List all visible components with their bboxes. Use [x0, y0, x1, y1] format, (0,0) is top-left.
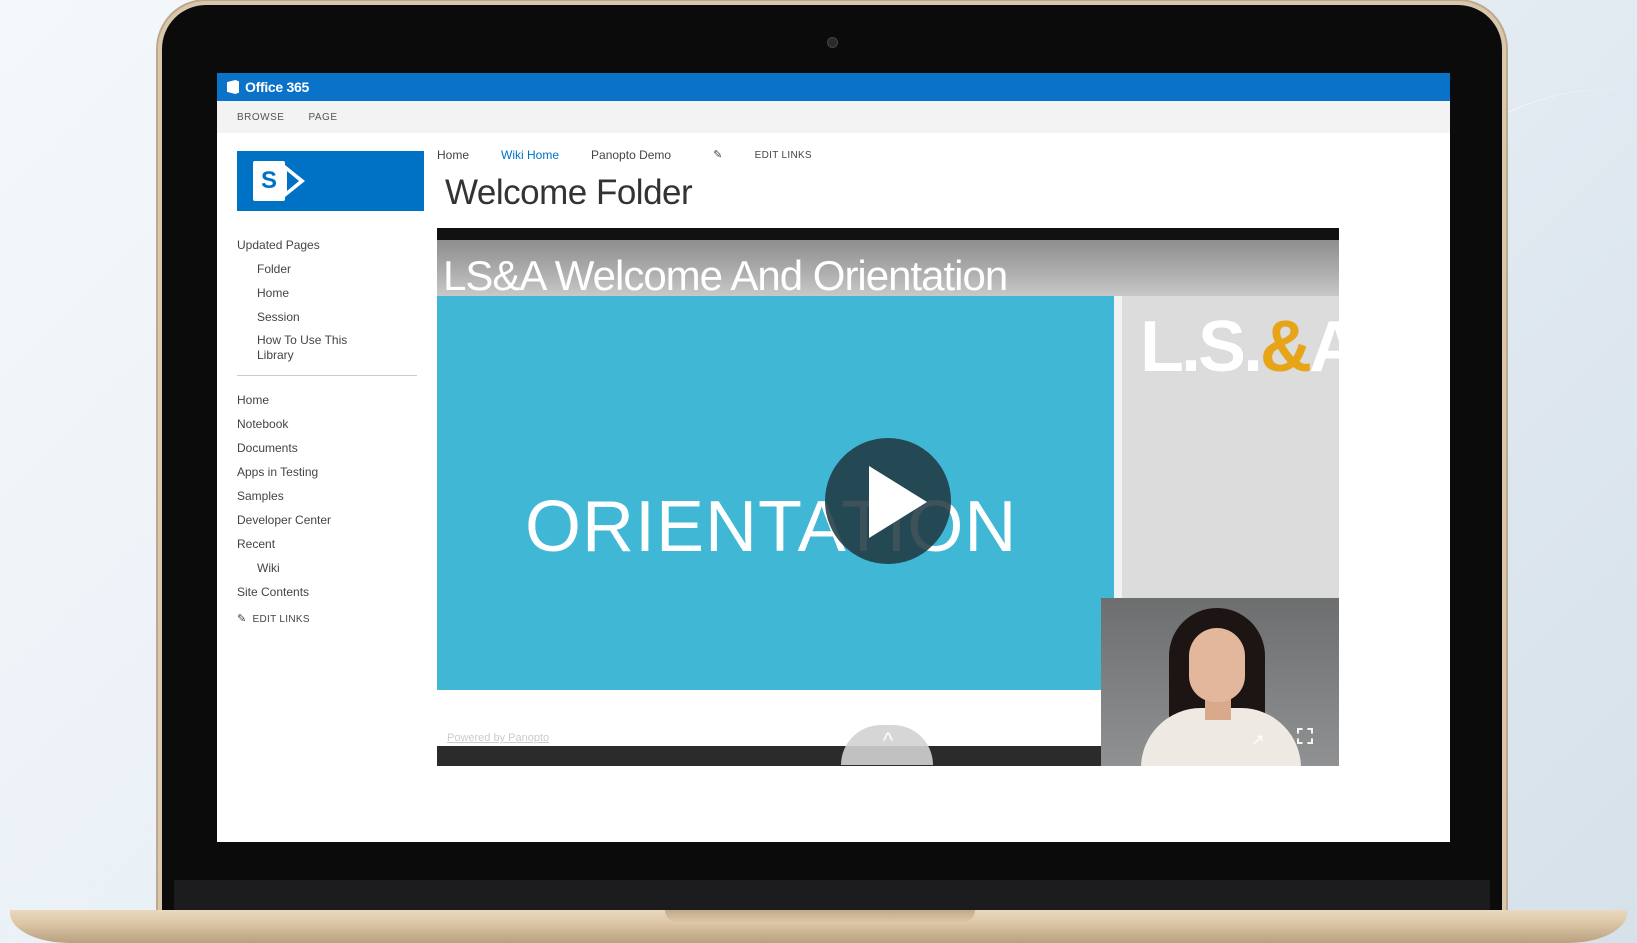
fullscreen-icon[interactable] — [1297, 728, 1313, 744]
left-nav-item-notebook[interactable]: Notebook — [237, 412, 427, 436]
top-nav-item-wiki-home[interactable]: Wiki Home — [501, 148, 559, 162]
left-nav-item-site-contents[interactable]: Site Contents — [237, 580, 427, 604]
chevron-up-icon: ^ — [882, 728, 894, 753]
play-icon — [869, 466, 927, 538]
left-nav-item-developer-center[interactable]: Developer Center — [237, 508, 427, 532]
ribbon-tab-page[interactable]: PAGE — [308, 112, 337, 123]
sharepoint-logo[interactable]: S — [237, 151, 424, 211]
laptop-notch — [665, 910, 975, 922]
slide-logo-panel: L.S.&A. — [1122, 296, 1339, 598]
left-nav-updated-home[interactable]: Home — [237, 281, 427, 305]
left-nav-updated-folder[interactable]: Folder — [237, 257, 427, 281]
sharepoint-s-icon: S — [253, 161, 285, 201]
top-nav-item-panopto-demo[interactable]: Panopto Demo — [591, 148, 671, 162]
video-title: LS&A Welcome And Orientation — [443, 252, 1008, 299]
suite-bar: Office 365 — [217, 73, 1450, 101]
pencil-icon: ✎ — [237, 613, 247, 625]
left-nav-section-title[interactable]: Updated Pages — [237, 233, 427, 257]
page-title: Welcome Folder — [445, 173, 693, 212]
top-nav-item-home[interactable]: Home — [437, 148, 469, 162]
left-nav-item-recent[interactable]: Recent — [237, 532, 427, 556]
laptop-chin — [174, 880, 1490, 910]
left-nav-divider — [237, 375, 417, 376]
top-nav-edit-links-label: EDIT LINKS — [754, 150, 812, 161]
left-nav-updated-how-to[interactable]: How To Use This Library — [237, 329, 367, 369]
top-nav-edit-links[interactable]: ✎ EDIT LINKS — [713, 148, 844, 162]
left-nav-item-samples[interactable]: Samples — [237, 484, 427, 508]
lsa-logo: L.S.&A. — [1140, 307, 1339, 387]
video-player[interactable]: LS&A Welcome And Orientation ORIENTATION… — [437, 228, 1339, 766]
pencil-icon: ✎ — [713, 149, 723, 161]
top-nav: Home Wiki Home Panopto Demo ✎ EDIT LINKS — [437, 148, 876, 162]
left-nav-edit-links-label: EDIT LINKS — [252, 614, 310, 625]
expand-icon[interactable]: ↗ — [1251, 730, 1264, 750]
presenter-video[interactable]: ↗ — [1101, 598, 1339, 766]
left-nav-updated-session[interactable]: Session — [237, 305, 427, 329]
camera-icon — [827, 37, 838, 48]
suite-bar-app-name[interactable]: Office 365 — [245, 79, 309, 95]
left-nav: Updated Pages Folder Home Session How To… — [237, 233, 427, 625]
office-logo-icon[interactable] — [227, 80, 239, 94]
video-header: LS&A Welcome And Orientation — [437, 240, 1339, 299]
left-nav-item-documents[interactable]: Documents — [237, 436, 427, 460]
screen: Office 365 BROWSE PAGE S Updated Pages F… — [217, 73, 1450, 842]
slide-blue-panel: ORIENTATION — [437, 296, 1114, 690]
ribbon-tab-browse[interactable]: BROWSE — [237, 112, 284, 123]
left-nav-item-home[interactable]: Home — [237, 388, 427, 412]
ribbon: BROWSE PAGE — [217, 101, 1450, 133]
left-nav-item-apps-in-testing[interactable]: Apps in Testing — [237, 460, 427, 484]
presenter-face — [1189, 628, 1245, 702]
left-nav-item-wiki[interactable]: Wiki — [237, 556, 427, 580]
left-nav-edit-links[interactable]: ✎ EDIT LINKS — [237, 612, 427, 625]
powered-by-link[interactable]: Powered by Panopto — [447, 732, 549, 744]
